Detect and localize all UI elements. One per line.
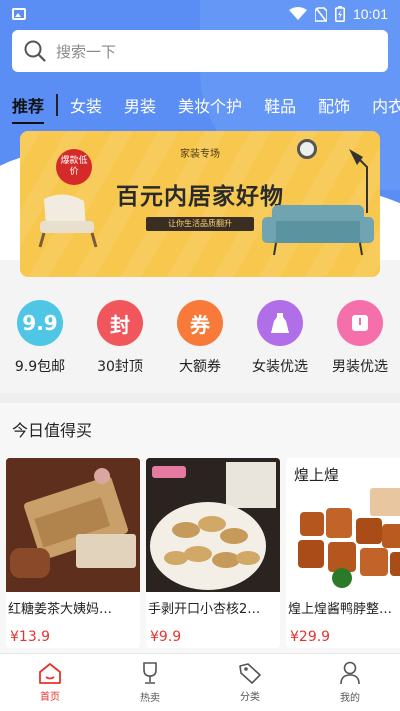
search-icon	[24, 40, 46, 62]
today-deals-title: 今日值得买	[12, 421, 93, 440]
product-image-apricot-kernels	[146, 458, 280, 592]
quick-entry-big-coupon[interactable]: 券 大额券	[164, 300, 236, 380]
quick-entry-men-picks[interactable]: 男装优选	[324, 300, 396, 380]
no-sim-icon	[314, 6, 327, 22]
tag-icon	[239, 663, 261, 684]
quick-entry-label: 9.9包邮	[14, 359, 66, 375]
tab-men[interactable]: 男装	[124, 93, 156, 117]
product-price: ¥13.9	[10, 629, 51, 645]
clock-time: 10:01	[352, 6, 388, 22]
product-name: 煌上煌酱鸭脖整…	[288, 602, 393, 617]
quick-entry-label: 大额券	[179, 359, 221, 375]
wall-clock-illustration	[297, 139, 317, 159]
tab-label: 热卖	[140, 693, 160, 704]
quick-entry-coupon-icon: 券	[177, 300, 223, 346]
tab-hot-sale[interactable]: 热卖	[100, 654, 200, 711]
tab-recommend[interactable]: 推荐	[12, 93, 45, 124]
product-card[interactable]: 红糖姜茶大姨妈… ¥13.9	[6, 458, 140, 648]
product-image-ginger-tea	[6, 458, 140, 592]
battery-icon	[334, 6, 345, 22]
product-name: 红糖姜茶大姨妈…	[8, 602, 113, 617]
tab-label: 首页	[40, 692, 60, 703]
quick-entry-label: 男装优选	[332, 359, 388, 375]
product-price: ¥29.9	[290, 629, 331, 645]
home-icon	[39, 663, 61, 684]
product-image-duck-neck: 煌上煌	[286, 458, 400, 592]
product-card[interactable]: 煌上煌 煌上煌酱鸭脖整… ¥29.9	[286, 458, 400, 648]
wifi-icon	[288, 7, 307, 20]
banner-subtitle: 让你生活品质翻升	[146, 217, 254, 231]
banner-pre-title: 家装专场	[180, 149, 220, 160]
trophy-icon	[143, 662, 157, 684]
tab-label: 我的	[340, 693, 360, 704]
search-input[interactable]: 搜索一下	[12, 30, 388, 72]
tab-underwear[interactable]: 内衣	[372, 93, 400, 117]
sofa-illustration	[262, 205, 374, 256]
quick-entry-row: 9.9 9.9包邮 封 30封顶 券 大额券 女装优选 男装优选	[0, 300, 400, 380]
tab-women[interactable]: 女装	[70, 93, 102, 117]
tab-beauty[interactable]: 美妆个护	[178, 93, 242, 117]
user-icon	[340, 661, 360, 685]
product-list: 红糖姜茶大姨妈… ¥13.9 手剥开口小杏核2… ¥9.9 煌上煌 煌上煌酱鸭脖…	[6, 458, 400, 648]
image-notification-icon	[12, 8, 26, 20]
dress-icon	[257, 300, 303, 346]
quick-entry-9-9-icon: 9.9	[17, 300, 63, 346]
quick-entry-label: 女装优选	[252, 359, 308, 375]
category-tabs: 推荐 女装 男装 美妆个护 鞋品 配饰 内衣	[0, 86, 400, 124]
promo-banner[interactable]: 爆款低价 家装专场 百元内居家好物 让你生活品质翻升	[20, 131, 380, 277]
tab-label: 分类	[240, 692, 260, 703]
search-placeholder: 搜索一下	[56, 42, 117, 61]
shirt-icon	[337, 300, 383, 346]
product-price: ¥9.9	[150, 629, 182, 645]
tab-mine[interactable]: 我的	[300, 654, 400, 711]
quick-entry-9-9[interactable]: 9.9 9.9包邮	[4, 300, 76, 380]
product-card[interactable]: 手剥开口小杏核2… ¥9.9	[146, 458, 280, 648]
section-divider	[0, 393, 400, 403]
bottom-tab-bar: 首页 热卖 分类 我的	[0, 653, 400, 711]
tab-home[interactable]: 首页	[0, 654, 100, 711]
tab-shoes[interactable]: 鞋品	[264, 93, 296, 117]
tab-accessories[interactable]: 配饰	[318, 93, 350, 117]
product-name: 手剥开口小杏核2…	[148, 602, 261, 617]
tab-category[interactable]: 分类	[200, 654, 300, 711]
quick-entry-30-cap-icon: 封	[97, 300, 143, 346]
tab-divider	[56, 94, 59, 116]
quick-entry-women-picks[interactable]: 女装优选	[244, 300, 316, 380]
quick-entry-label: 30封顶	[97, 359, 143, 375]
status-bar: 10:01	[0, 0, 400, 28]
quick-entry-30-cap[interactable]: 封 30封顶	[84, 300, 156, 380]
brand-label: 煌上煌	[294, 466, 340, 484]
